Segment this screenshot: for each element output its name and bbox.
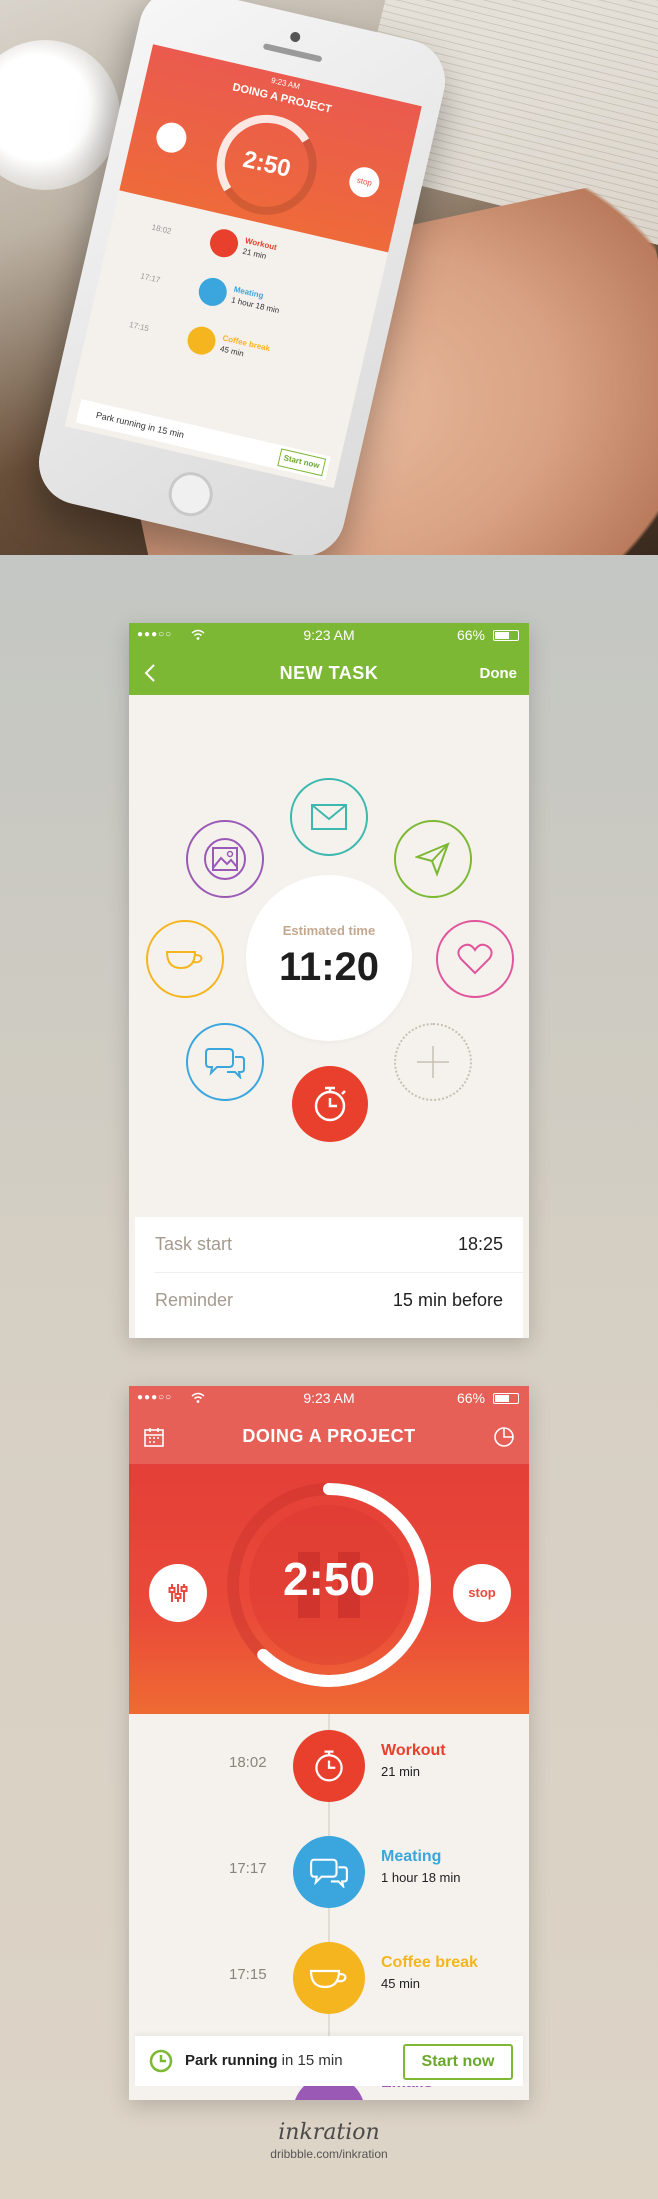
- battery-icon: [493, 630, 519, 641]
- estimated-time-label: Estimated time: [282, 923, 376, 938]
- send-icon[interactable]: [394, 820, 472, 898]
- page-title: DOING A PROJECT: [242, 1426, 416, 1446]
- chat-icon[interactable]: [186, 1023, 264, 1101]
- task-time: 17:17: [229, 1860, 267, 1877]
- countdown-timer[interactable]: 2:50: [226, 1552, 432, 1606]
- estimated-time-value: 11:20: [278, 945, 380, 989]
- task-row-workout[interactable]: 18:02 Workout 21 min: [129, 1726, 529, 1806]
- stop-button[interactable]: stop: [453, 1564, 511, 1622]
- mini-banner: Park running in 15 min Start now: [75, 399, 331, 481]
- upcoming-banner: Park running in 15 min Start now: [135, 2036, 523, 2086]
- stopwatch-icon: [293, 1730, 365, 1802]
- mini-chat-icon: [195, 275, 230, 309]
- task-time: 17:15: [229, 1966, 267, 1983]
- phone-speaker: [262, 43, 323, 63]
- mini-stopwatch-icon: [207, 226, 241, 261]
- page-title: NEW TASK: [279, 663, 379, 683]
- task-start-row[interactable]: Task start 18:25: [135, 1217, 523, 1272]
- task-duration: 45 min: [381, 1976, 421, 1991]
- clock-icon: [149, 2049, 173, 2073]
- coffee-cup-image: [0, 40, 120, 190]
- battery-percent: 66%: [456, 627, 485, 643]
- battery-icon: [493, 1393, 519, 1404]
- new-task-header: ●●●○○ 9:23 AM 66% NEW TASK Done: [129, 623, 529, 695]
- banner-eta: in 15 min: [277, 2052, 343, 2069]
- mail-icon[interactable]: [290, 778, 368, 856]
- pie-chart-icon[interactable]: [493, 1426, 515, 1448]
- reminder-label: Reminder: [155, 1290, 234, 1310]
- status-bar: ●●●○○ 9:23 AM 66%: [129, 1386, 529, 1410]
- doing-project-screen: ●●●○○ 9:23 AM 66% DOING A PROJECT 2:50 s…: [129, 1386, 529, 2100]
- chat-icon: [293, 1836, 365, 1908]
- banner-text: Park running in 15 min: [185, 2052, 343, 2069]
- doing-header: ●●●○○ 9:23 AM 66% DOING A PROJECT: [129, 1386, 529, 1464]
- mini-task-time: 17:17: [139, 271, 162, 285]
- picture-icon[interactable]: [186, 820, 264, 898]
- status-bar: ●●●○○ 9:23 AM 66%: [129, 623, 529, 647]
- timer-icon[interactable]: [292, 1066, 368, 1142]
- author-signature: inkration dribbble.com/inkration: [0, 2120, 658, 2161]
- equalizer-button[interactable]: [149, 1564, 207, 1622]
- equalizer-icon: [168, 1584, 188, 1602]
- mini-task-time: 17:15: [128, 320, 150, 334]
- cup-icon: [293, 1942, 365, 2014]
- heart-icon[interactable]: [436, 920, 514, 998]
- mini-start-button: Start now: [276, 448, 327, 477]
- plus-icon[interactable]: [394, 1023, 472, 1101]
- hero-photo: 9:23 AM DOING A PROJECT 2:50 stop 18:02 …: [0, 0, 658, 555]
- mini-equalizer-button: [153, 119, 190, 156]
- reminder-row[interactable]: Reminder 15 min before: [135, 1273, 523, 1328]
- task-start-label: Task start: [155, 1234, 233, 1254]
- phone-home-button: [164, 467, 218, 521]
- cup-icon[interactable]: [146, 920, 224, 998]
- mini-cup-icon: [184, 323, 219, 358]
- timer-area: 2:50 stop: [129, 1464, 529, 1714]
- reminder-value: 15 min before: [392, 1290, 503, 1310]
- mini-banner-text: Park running in 15 min: [95, 409, 186, 440]
- mini-stop-button: stop: [346, 164, 383, 201]
- phone-camera: [289, 30, 302, 43]
- task-start-value: 18:25: [457, 1234, 503, 1254]
- start-now-button[interactable]: Start now: [403, 2044, 513, 2080]
- task-name: Meating: [381, 1848, 442, 1865]
- task-duration: 1 hour 18 min: [381, 1870, 461, 1885]
- battery-percent: 66%: [456, 1390, 485, 1406]
- task-name: Coffee break: [381, 1954, 478, 1971]
- banner-task: Park running: [185, 2052, 278, 2069]
- estimated-time-dial[interactable]: Estimated time 11:20: [246, 875, 412, 1041]
- task-row-coffee-break[interactable]: 17:15 Coffee break 45 min: [129, 1938, 529, 2018]
- new-task-screen: ●●●○○ 9:23 AM 66% NEW TASK Done Estimate…: [129, 623, 529, 1338]
- task-duration: 21 min: [381, 1764, 421, 1779]
- signature-logo: inkration: [278, 2120, 380, 2145]
- author-url[interactable]: dribbble.com/inkration: [0, 2147, 658, 2161]
- mini-task-time: 18:02: [150, 222, 173, 236]
- task-name: Workout: [381, 1742, 446, 1759]
- task-row-meating[interactable]: 17:17 Meating 1 hour 18 min: [129, 1832, 529, 1912]
- done-button[interactable]: Done: [480, 665, 518, 682]
- task-settings: Task start 18:25 Reminder 15 min before: [135, 1217, 523, 1338]
- task-time: 18:02: [229, 1754, 267, 1771]
